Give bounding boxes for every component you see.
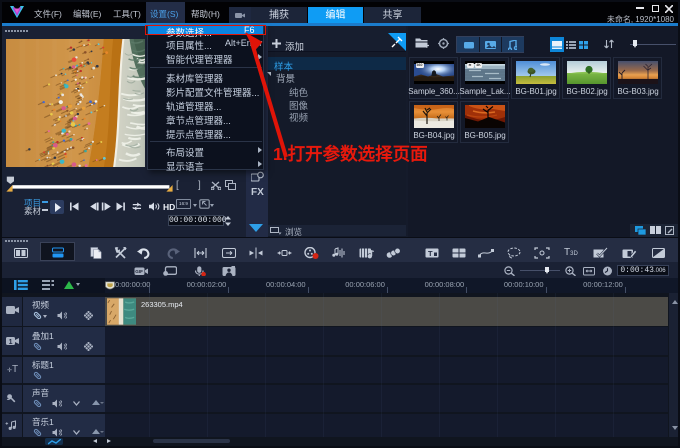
- svg-text:T: T: [428, 248, 433, 257]
- svg-text:GIF: GIF: [135, 269, 143, 274]
- svg-text:HD: HD: [163, 202, 175, 211]
- svg-text:1: 1: [9, 339, 13, 346]
